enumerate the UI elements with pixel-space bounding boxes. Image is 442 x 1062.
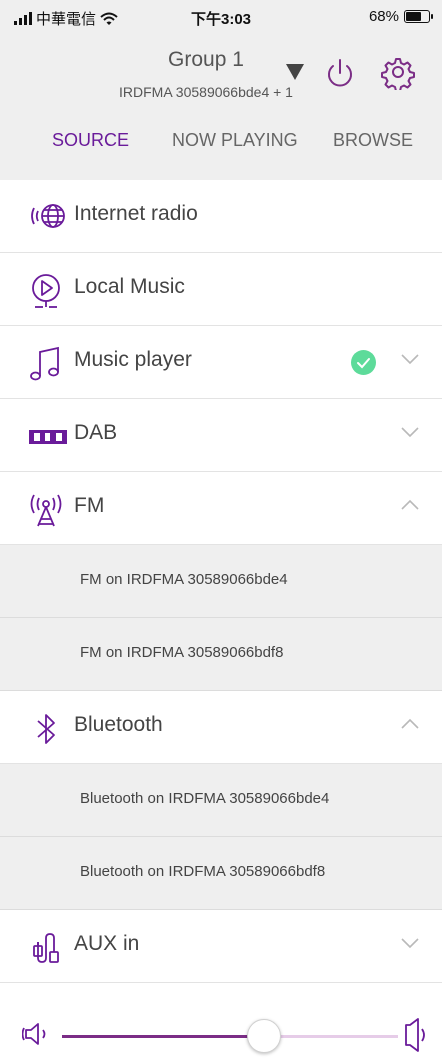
volume-slider-thumb[interactable] bbox=[246, 1019, 281, 1053]
tab-now-playing[interactable]: NOW PLAYING bbox=[172, 130, 298, 151]
volume-slider[interactable] bbox=[62, 1035, 398, 1038]
volume-high-icon[interactable] bbox=[400, 1015, 432, 1055]
dropdown-arrow-icon[interactable] bbox=[286, 64, 304, 80]
bluetooth-sub-item[interactable]: Bluetooth on IRDFMA 30589066bde4 bbox=[0, 764, 442, 837]
aux-cable-icon bbox=[33, 933, 59, 963]
dab-logo-icon bbox=[29, 430, 67, 444]
battery-percent: 68% bbox=[368, 8, 399, 25]
status-bar: 中華電信 下午3:03 68% bbox=[0, 0, 442, 34]
volume-low-icon[interactable] bbox=[22, 1021, 54, 1047]
chevron-down-icon[interactable] bbox=[400, 936, 420, 950]
fm-sub-item[interactable]: FM on IRDFMA 30589066bdf8 bbox=[0, 618, 442, 691]
sub-item-label: Bluetooth on IRDFMA 30589066bdf8 bbox=[80, 863, 326, 880]
volume-slider-fill bbox=[62, 1035, 264, 1038]
source-local-music[interactable]: Local Music bbox=[0, 253, 442, 326]
group-header: Group 1 IRDFMA 30589066bde4 + 1 SOURCE N… bbox=[0, 34, 442, 180]
sub-item-label: FM on IRDFMA 30589066bde4 bbox=[80, 571, 288, 588]
tab-bar: SOURCE NOW PLAYING BROWSE bbox=[0, 130, 442, 160]
music-note-icon bbox=[30, 346, 59, 381]
source-aux-in[interactable]: AUX in bbox=[0, 910, 442, 983]
source-label: Local Music bbox=[74, 275, 185, 298]
tab-browse[interactable]: BROWSE bbox=[333, 130, 413, 151]
chevron-down-icon[interactable] bbox=[400, 352, 420, 366]
sub-item-label: Bluetooth on IRDFMA 30589066bde4 bbox=[80, 790, 330, 807]
source-internet-radio[interactable]: Internet radio bbox=[0, 180, 442, 253]
source-bluetooth[interactable]: Bluetooth bbox=[0, 691, 442, 764]
bluetooth-icon bbox=[37, 714, 55, 744]
chevron-down-icon[interactable] bbox=[400, 425, 420, 439]
sub-item-label: FM on IRDFMA 30589066bdf8 bbox=[80, 644, 284, 661]
fm-sub-item[interactable]: FM on IRDFMA 30589066bde4 bbox=[0, 545, 442, 618]
globe-radio-icon bbox=[31, 204, 65, 228]
bluetooth-sub-item[interactable]: Bluetooth on IRDFMA 30589066bdf8 bbox=[0, 837, 442, 910]
source-music-player[interactable]: Music player bbox=[0, 326, 442, 399]
tab-source[interactable]: SOURCE bbox=[52, 130, 129, 151]
source-fm[interactable]: FM bbox=[0, 472, 442, 545]
chevron-up-icon[interactable] bbox=[400, 498, 420, 512]
source-label: DAB bbox=[74, 421, 118, 444]
source-label: Internet radio bbox=[74, 202, 198, 225]
volume-bar bbox=[0, 1005, 442, 1062]
selected-check-icon bbox=[351, 350, 376, 375]
source-label: FM bbox=[74, 494, 105, 517]
source-label: Music player bbox=[74, 348, 192, 371]
power-icon[interactable] bbox=[322, 56, 358, 92]
source-dab[interactable]: DAB bbox=[0, 399, 442, 472]
source-label: AUX in bbox=[74, 932, 140, 955]
fm-antenna-icon bbox=[30, 494, 62, 527]
chevron-up-icon[interactable] bbox=[400, 717, 420, 731]
battery-icon bbox=[404, 10, 433, 23]
source-label: Bluetooth bbox=[74, 713, 163, 736]
gear-icon[interactable] bbox=[380, 54, 416, 90]
status-right: 68% bbox=[368, 8, 433, 25]
local-music-play-icon bbox=[32, 274, 60, 308]
